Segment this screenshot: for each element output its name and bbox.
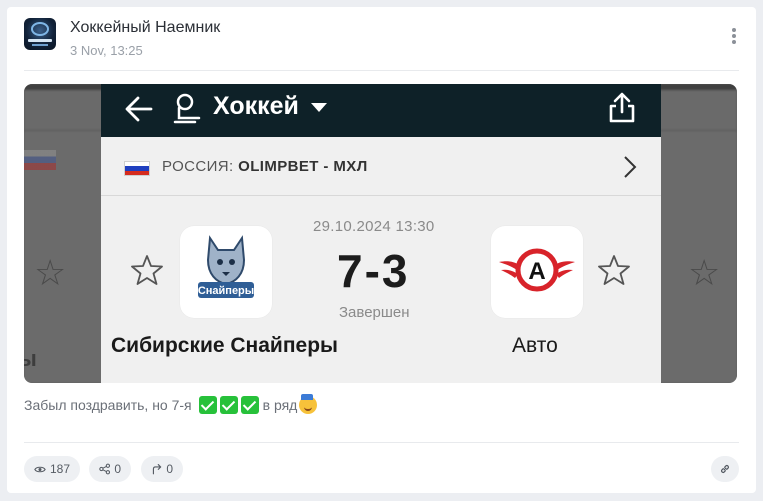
repost-arrow-icon bbox=[152, 463, 162, 475]
post-caption: Забыл поздравить, но 7-я в ряд bbox=[24, 394, 318, 414]
share-nodes-icon bbox=[99, 463, 111, 475]
reposts-count: 0 bbox=[166, 462, 173, 476]
post-image[interactable]: ☆ ☆ ы Хоккей РОССИЯ: OLIMPBET - МХЛ Снай… bbox=[24, 84, 737, 383]
home-team-logo: Снайперы bbox=[180, 226, 272, 318]
link-icon bbox=[720, 464, 730, 474]
russia-flag-icon bbox=[124, 161, 150, 176]
divider bbox=[24, 70, 739, 71]
views-count: 187 bbox=[49, 462, 70, 476]
back-arrow-icon bbox=[125, 96, 153, 122]
channel-avatar[interactable] bbox=[24, 18, 56, 50]
blurred-star-icon: ☆ bbox=[688, 252, 721, 293]
check-mark-icon bbox=[240, 396, 259, 414]
share-icon bbox=[609, 92, 635, 123]
celebrating-face-icon bbox=[299, 394, 318, 414]
app-screenshot: Хоккей РОССИЯ: OLIMPBET - МХЛ Снайперы А… bbox=[101, 84, 661, 383]
share-button[interactable]: 0 bbox=[89, 456, 131, 482]
match-score: 7-3 bbox=[337, 245, 410, 297]
caption-text: Забыл поздравить, но 7-я bbox=[24, 397, 192, 413]
chevron-right-icon bbox=[624, 156, 637, 178]
copy-link-button[interactable] bbox=[711, 456, 739, 482]
league-country: РОССИЯ: bbox=[162, 158, 234, 175]
blurred-flag bbox=[24, 150, 56, 170]
home-logo-text: Снайперы bbox=[198, 285, 254, 297]
more-vertical-icon[interactable] bbox=[724, 25, 744, 47]
check-mark-icon bbox=[198, 396, 217, 414]
shares-count: 0 bbox=[114, 462, 121, 476]
match-status: Завершен bbox=[339, 304, 410, 321]
match-datetime: 29.10.2024 13:30 bbox=[313, 218, 435, 235]
author-name[interactable]: Хоккейный Наемник bbox=[70, 19, 220, 37]
check-mark-icon bbox=[219, 396, 238, 414]
star-icon bbox=[131, 255, 163, 285]
star-icon bbox=[598, 255, 630, 285]
repost-button[interactable]: 0 bbox=[141, 456, 183, 482]
blurred-star-icon: ☆ bbox=[34, 252, 67, 293]
post-time: 3 Nov, 13:25 bbox=[70, 43, 143, 58]
blurred-text: ы bbox=[24, 346, 37, 371]
post-card: Хоккейный Наемник 3 Nov, 13:25 ☆ ☆ ы Хок… bbox=[7, 7, 756, 493]
away-logo-text: А bbox=[528, 258, 545, 285]
league-name: OLIMPBET - МХЛ bbox=[238, 158, 368, 175]
views-button[interactable]: 187 bbox=[24, 456, 80, 482]
home-team-name: Сибирские Снайперы bbox=[111, 334, 338, 357]
hockey-icon bbox=[173, 93, 201, 124]
caption-tail: в ряд bbox=[262, 397, 298, 413]
sport-title: Хоккей bbox=[213, 92, 299, 120]
divider bbox=[24, 442, 739, 443]
league-label: РОССИЯ: OLIMPBET - МХЛ bbox=[162, 158, 368, 175]
dropdown-caret-icon bbox=[311, 103, 327, 112]
away-team-logo: А bbox=[491, 226, 583, 318]
away-team-name: Авто bbox=[512, 334, 558, 357]
eye-icon bbox=[34, 466, 46, 472]
